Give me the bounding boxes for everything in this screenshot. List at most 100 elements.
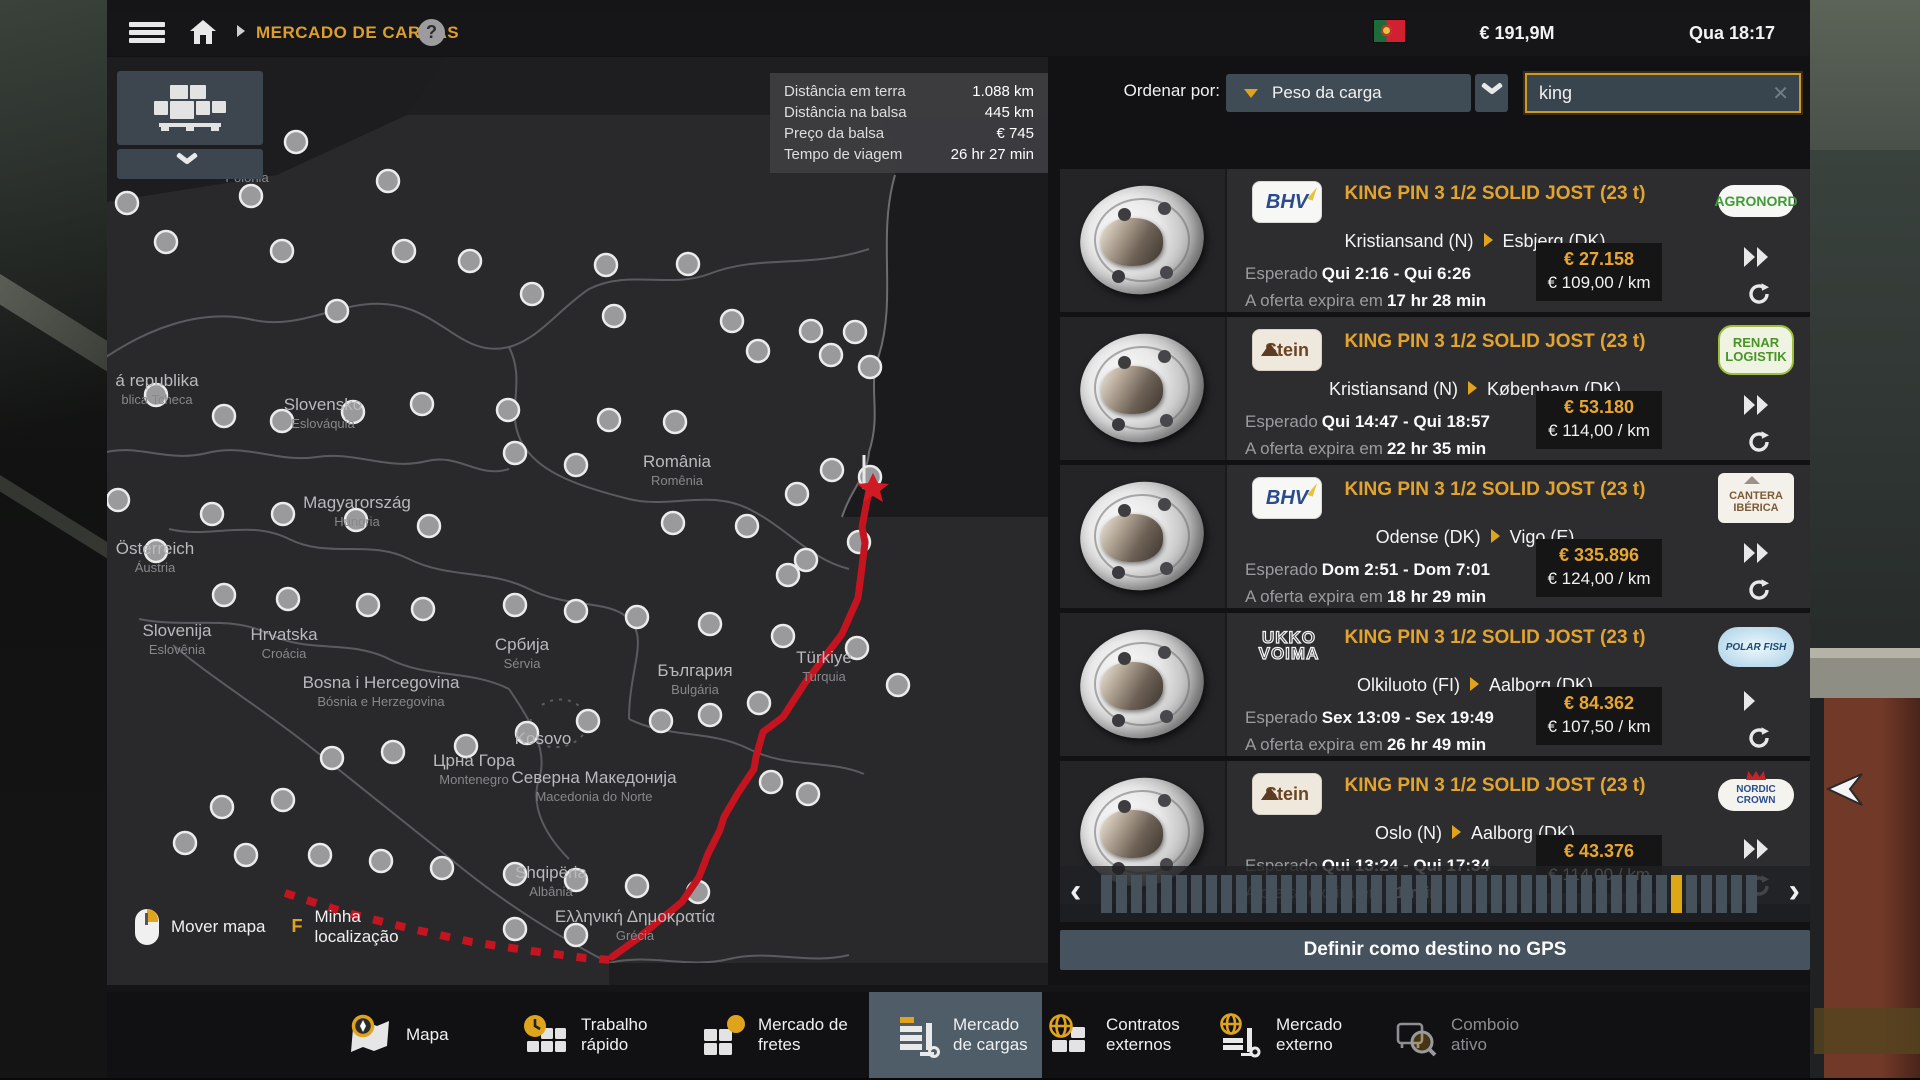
page-tick[interactable] <box>1116 875 1127 913</box>
city-dot[interactable] <box>821 459 843 481</box>
page-tick[interactable] <box>1341 875 1352 913</box>
city-dot[interactable] <box>565 869 587 891</box>
page-next-button[interactable]: › <box>1789 872 1800 911</box>
city-dot[interactable] <box>459 250 481 272</box>
city-dot[interactable] <box>797 783 819 805</box>
city-dot[interactable] <box>677 253 699 275</box>
city-dot[interactable] <box>271 240 293 262</box>
city-dot[interactable] <box>516 722 538 744</box>
page-tick[interactable] <box>1416 875 1427 913</box>
page-tick[interactable] <box>1731 875 1742 913</box>
tab-external-contracts[interactable]: Contratos externos <box>1047 992 1219 1078</box>
city-dot[interactable] <box>565 454 587 476</box>
city-dot[interactable] <box>786 483 808 505</box>
city-dot[interactable] <box>145 384 167 406</box>
page-tick[interactable] <box>1371 875 1382 913</box>
cargo-offer-row[interactable]: BHV KING PIN 3 1/2 SOLID JOST (23 t) CAN… <box>1060 465 1810 608</box>
page-tick[interactable] <box>1386 875 1397 913</box>
city-dot[interactable] <box>504 442 526 464</box>
clear-search-icon[interactable]: ✕ <box>1772 81 1789 106</box>
page-tick[interactable] <box>1356 875 1367 913</box>
city-dot[interactable] <box>772 625 794 647</box>
europe-map[interactable]: á republikablica TchecaPolôniaSlovenskoE… <box>107 57 1048 985</box>
city-dot[interactable] <box>201 503 223 525</box>
my-location-button[interactable]: Minha localização <box>314 907 406 946</box>
city-dot[interactable] <box>747 340 769 362</box>
city-dot[interactable] <box>418 515 440 537</box>
city-dot[interactable] <box>800 320 822 342</box>
page-tick[interactable] <box>1581 875 1592 913</box>
page-tick[interactable] <box>1476 875 1487 913</box>
city-dot[interactable] <box>497 399 519 421</box>
page-tick[interactable] <box>1191 875 1202 913</box>
page-tick[interactable] <box>1716 875 1727 913</box>
city-dot[interactable] <box>345 509 367 531</box>
page-tick[interactable] <box>1296 875 1307 913</box>
page-tick[interactable] <box>1266 875 1277 913</box>
page-tick[interactable] <box>1641 875 1652 913</box>
tab-quick-job[interactable]: Trabalho rápido <box>522 992 687 1078</box>
home-icon[interactable] <box>189 18 217 46</box>
page-tick[interactable] <box>1596 875 1607 913</box>
city-dot[interactable] <box>887 674 909 696</box>
menu-icon[interactable] <box>129 19 167 47</box>
city-dot[interactable] <box>504 594 526 616</box>
city-dot[interactable] <box>577 710 599 732</box>
page-tick[interactable] <box>1746 875 1757 913</box>
page-tick[interactable] <box>1206 875 1217 913</box>
city-dot[interactable] <box>504 918 526 940</box>
city-dot[interactable] <box>326 300 348 322</box>
city-dot[interactable] <box>504 863 526 885</box>
city-dot[interactable] <box>431 857 453 879</box>
page-tick[interactable] <box>1626 875 1637 913</box>
city-dot[interactable] <box>650 710 672 732</box>
tab-freight-market[interactable]: Mercado de fretes <box>699 992 871 1078</box>
city-dot[interactable] <box>626 875 648 897</box>
filter-collapse-button[interactable] <box>117 149 263 179</box>
city-dot[interactable] <box>271 410 293 432</box>
city-dot[interactable] <box>748 692 770 714</box>
city-dot[interactable] <box>662 512 684 534</box>
city-dot[interactable] <box>321 747 343 769</box>
tab-cargo-market[interactable]: Mercado de cargas <box>869 992 1042 1078</box>
page-tick[interactable] <box>1401 875 1412 913</box>
city-dot[interactable] <box>521 283 543 305</box>
page-tick[interactable] <box>1161 875 1172 913</box>
page-tick[interactable] <box>1431 875 1442 913</box>
tab-active-convoy[interactable]: Comboio ativo <box>1392 992 1552 1078</box>
city-dot[interactable] <box>844 321 866 343</box>
city-dot[interactable] <box>412 598 434 620</box>
set-gps-destination-button[interactable]: Definir como destino no GPS <box>1060 930 1810 970</box>
page-tick[interactable] <box>1131 875 1142 913</box>
page-tick[interactable] <box>1446 875 1457 913</box>
page-tick-active[interactable] <box>1671 875 1682 913</box>
page-tick[interactable] <box>1281 875 1292 913</box>
city-dot[interactable] <box>795 549 817 571</box>
city-dot[interactable] <box>357 594 379 616</box>
city-dot[interactable] <box>846 637 868 659</box>
sort-dropdown-expand-button[interactable] <box>1475 74 1508 112</box>
cargo-offer-row[interactable]: Stein KING PIN 3 1/2 SOLID JOST (23 t) R… <box>1060 317 1810 460</box>
cargo-offer-row[interactable]: BHV KING PIN 3 1/2 SOLID JOST (23 t) AGR… <box>1060 169 1810 312</box>
page-tick[interactable] <box>1566 875 1577 913</box>
page-previous-button[interactable]: ‹ <box>1070 872 1081 911</box>
page-tick[interactable] <box>1101 875 1112 913</box>
page-tick[interactable] <box>1461 875 1472 913</box>
city-dot[interactable] <box>777 564 799 586</box>
city-dot[interactable] <box>107 489 129 511</box>
tab-external-market[interactable]: Mercado externo <box>1217 992 1377 1078</box>
city-dot[interactable] <box>760 771 782 793</box>
city-dot[interactable] <box>626 606 648 628</box>
page-tick[interactable] <box>1236 875 1247 913</box>
city-dot[interactable] <box>213 405 235 427</box>
page-tick[interactable] <box>1326 875 1337 913</box>
city-dot[interactable] <box>116 192 138 214</box>
city-dot[interactable] <box>285 131 307 153</box>
sort-dropdown[interactable]: Peso da carga <box>1226 74 1471 112</box>
city-dot[interactable] <box>211 796 233 818</box>
city-dot[interactable] <box>820 344 842 366</box>
page-tick[interactable] <box>1701 875 1712 913</box>
city-dot[interactable] <box>598 409 620 431</box>
city-dot[interactable] <box>342 401 364 423</box>
city-dot[interactable] <box>595 254 617 276</box>
